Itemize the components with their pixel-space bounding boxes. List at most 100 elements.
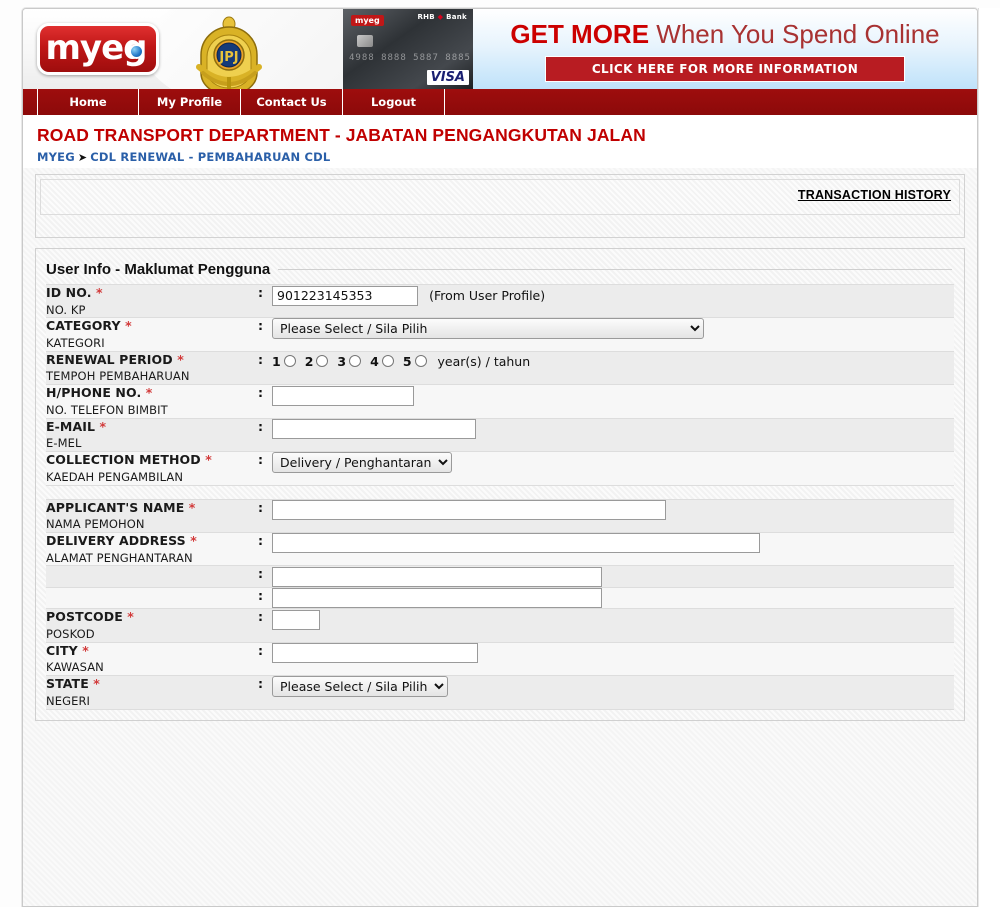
hphone-input[interactable] <box>272 385 414 406</box>
form-row-address-line3: : <box>46 587 954 609</box>
colon-hphone: : <box>258 385 263 401</box>
label-en-postcode-text: POSTCODE <box>46 609 123 625</box>
card-myeg-badge: myeg <box>351 15 384 26</box>
colon-applicant-name: : <box>258 499 263 515</box>
field-cell-state: Please Select / Sila Pilih <box>272 676 954 709</box>
form-row-applicant-name: APPLICANT'S NAME * NAMA PEMOHON : <box>46 499 954 533</box>
user-info-legend: User Info - Maklumat Pengguna <box>46 261 271 278</box>
category-select[interactable]: Please Select / Sila Pilih <box>272 318 704 340</box>
label-en-delivery-address-text: DELIVERY ADDRESS <box>46 532 186 548</box>
email-input[interactable] <box>272 419 476 440</box>
label-cell-id-no: ID NO. * NO. KP <box>46 285 258 318</box>
label-cell-postcode: POSTCODE * POSKOD <box>46 609 258 642</box>
label-ms-id-no: NO. KP <box>46 302 86 317</box>
renewal-period-label-5: 5 <box>402 353 412 369</box>
label-en-email-text: E-MAIL <box>46 418 96 434</box>
delivery-address-line1-input[interactable] <box>272 533 760 554</box>
renewal-period-radio-3[interactable] <box>349 355 362 368</box>
field-cell-id-no: (From User Profile) <box>272 285 954 318</box>
nav-item-home[interactable]: Home <box>37 89 139 115</box>
label-en-city: CITY * <box>46 643 258 659</box>
colon-address-line2: : <box>258 566 263 582</box>
page-content: ROAD TRANSPORT DEPARTMENT - JABATAN PENG… <box>23 115 977 906</box>
promo-headline-light: When You Spend Online <box>656 19 940 49</box>
form-row-collection-method: COLLECTION METHOD * KAEDAH PENGAMBILAN :… <box>46 451 954 486</box>
promo-headline-strong: GET MORE <box>510 19 650 49</box>
renewal-period-radio-group: 1 2 3 4 5 year(s) / tahun <box>272 352 954 369</box>
field-cell-email <box>272 418 954 451</box>
required-marker-hphone: * <box>145 385 153 401</box>
delivery-address-line3-input[interactable] <box>272 588 602 609</box>
label-en-hphone-text: H/PHONE NO. <box>46 385 142 401</box>
form-section-gap <box>46 485 954 499</box>
renewal-period-label-1: 1 <box>272 353 281 369</box>
required-marker-category: * <box>125 318 132 334</box>
label-cell-address-line2 <box>46 566 258 588</box>
renewal-period-radio-5[interactable] <box>414 355 427 368</box>
form-row-address-line2: : <box>46 565 954 588</box>
renewal-period-option-2[interactable]: 2 <box>305 354 329 369</box>
delivery-address-line2-input[interactable] <box>272 566 602 587</box>
legend-rule-divider <box>278 269 952 270</box>
state-select[interactable]: Please Select / Sila Pilih <box>272 676 448 698</box>
renewal-period-option-3[interactable]: 3 <box>337 354 362 369</box>
colon-id-no: : <box>258 285 263 300</box>
label-en-category-text: CATEGORY <box>46 318 121 334</box>
renewal-period-radio-1[interactable] <box>283 355 296 368</box>
form-row-city: CITY * KAWASAN : <box>46 642 954 676</box>
myeg-logo[interactable]: myeg <box>37 23 159 75</box>
label-cell-state: STATE * NEGERI <box>46 676 258 709</box>
required-marker-email: * <box>99 418 107 434</box>
nav-item-logout[interactable]: Logout <box>343 89 445 115</box>
nav-item-contact-us[interactable]: Contact Us <box>241 89 343 115</box>
renewal-period-option-5[interactable]: 5 <box>403 354 427 369</box>
label-cell-city: CITY * KAWASAN <box>46 642 258 675</box>
promo-cta-button[interactable]: CLICK HERE FOR MORE INFORMATION <box>545 56 905 82</box>
colon-email: : <box>258 418 263 434</box>
breadcrumb-root-link[interactable]: MYEG <box>37 150 75 164</box>
field-cell-address-line3 <box>272 587 954 609</box>
nav-item-my-profile[interactable]: My Profile <box>139 89 241 115</box>
transaction-history-link[interactable]: TRANSACTION HISTORY <box>798 188 951 202</box>
collection-method-select[interactable]: Delivery / Penghantaran <box>272 452 452 474</box>
card-digits: 4988 8888 5887 8885 <box>349 53 471 63</box>
renewal-period-radio-4[interactable] <box>381 355 394 368</box>
label-cell-address-line3 <box>46 587 258 609</box>
label-en-collection-method: COLLECTION METHOD * <box>46 452 258 468</box>
promo-banner[interactable]: GET MORE When You Spend Online CLICK HER… <box>473 9 977 89</box>
label-en-collection-method-text: COLLECTION METHOD <box>46 452 201 468</box>
label-en-delivery-address: DELIVERY ADDRESS * <box>46 533 258 549</box>
postcode-input[interactable] <box>272 609 320 630</box>
label-ms-city: KAWASAN <box>46 660 104 675</box>
svg-text:JPJ: JPJ <box>218 50 238 65</box>
form-row-delivery-address: DELIVERY ADDRESS * ALAMAT PENGHANTARAN : <box>46 532 954 566</box>
breadcrumb: MYEG ➤ CDL RENEWAL - PEMBAHARUAN CDL <box>37 150 963 164</box>
renewal-period-suffix: year(s) / tahun <box>437 353 531 369</box>
form-row-state: STATE * NEGERI : Please Select / Sila Pi… <box>46 675 954 710</box>
label-ms-email: E-MEL <box>46 436 82 451</box>
field-cell-category: Please Select / Sila Pilih <box>272 318 954 351</box>
form-row-category: CATEGORY * KATEGORI : Please Select / Si… <box>46 317 954 352</box>
required-marker-renewal-period: * <box>177 351 184 367</box>
browser-window: myeg JPJ myeg RHB ◆ Bank 4988 8888 5887 … <box>22 8 978 907</box>
renewal-period-option-1[interactable]: 1 <box>272 354 296 369</box>
label-ms-postcode: POSKOD <box>46 627 95 641</box>
form-row-id-no: ID NO. * NO. KP : (From User Profile) <box>46 284 954 318</box>
site-header: myeg JPJ myeg RHB ◆ Bank 4988 8888 5887 … <box>23 9 977 89</box>
promo-headline: GET MORE When You Spend Online <box>473 21 977 47</box>
label-en-postcode: POSTCODE * <box>46 609 258 625</box>
label-ms-applicant-name: NAMA PEMOHON <box>46 517 145 532</box>
field-cell-postcode <box>272 609 954 642</box>
breadcrumb-current-link[interactable]: CDL RENEWAL - PEMBAHARUAN CDL <box>90 150 330 164</box>
breadcrumb-arrow-icon: ➤ <box>77 151 88 164</box>
transaction-history-panel: TRANSACTION HISTORY <box>35 174 965 238</box>
id-no-input[interactable] <box>272 285 418 306</box>
label-ms-hphone: NO. TELEFON BIMBIT <box>46 402 168 417</box>
renewal-period-option-4[interactable]: 4 <box>370 354 394 369</box>
required-marker-postcode: * <box>127 609 134 625</box>
applicant-name-input[interactable] <box>272 500 666 521</box>
field-cell-city <box>272 642 954 675</box>
label-ms-delivery-address: ALAMAT PENGHANTARAN <box>46 550 193 565</box>
renewal-period-radio-2[interactable] <box>316 355 329 368</box>
city-input[interactable] <box>272 643 478 664</box>
